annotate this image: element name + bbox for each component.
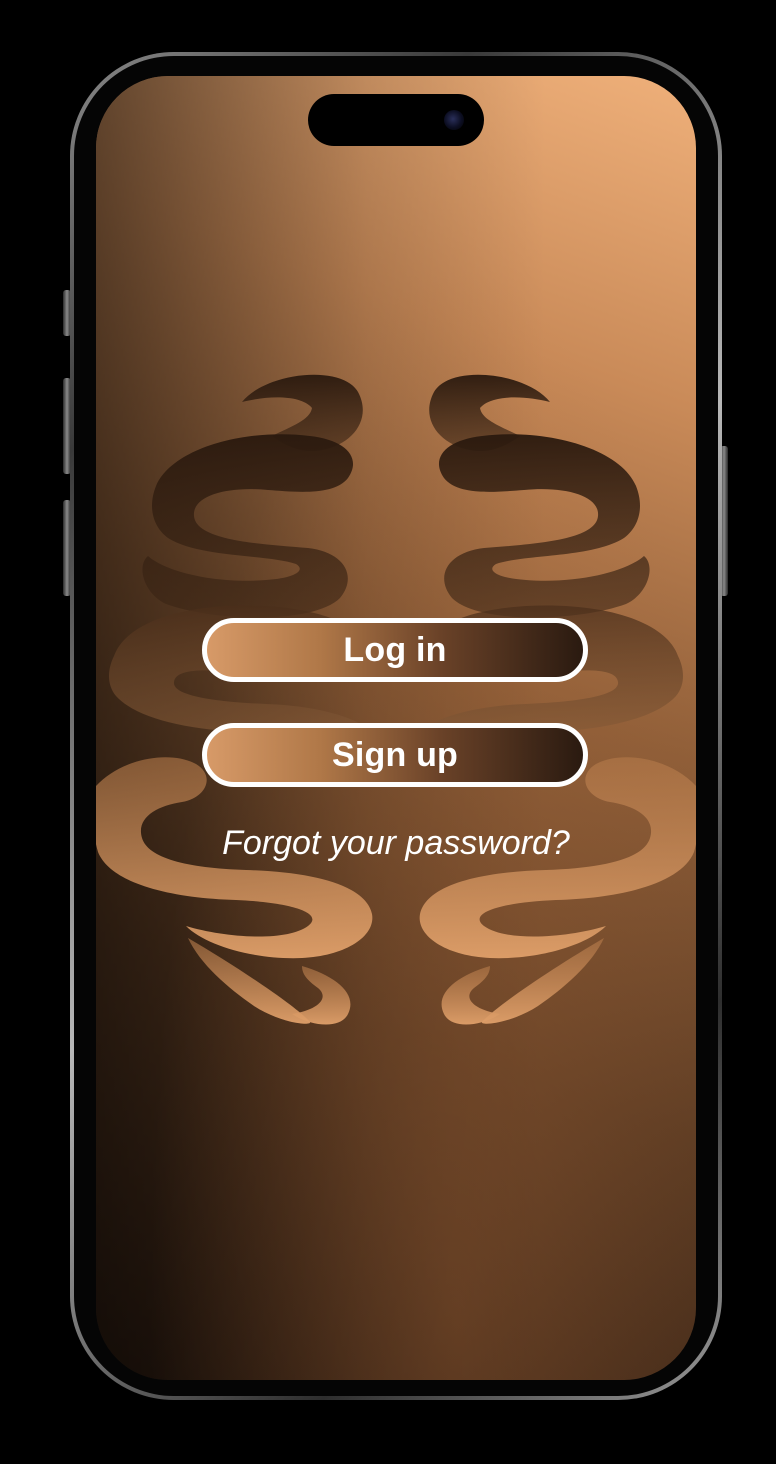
login-button[interactable]: Log in: [202, 618, 588, 682]
device-mockup: Log in Sign up Forgot your password?: [0, 0, 776, 1464]
signup-button-label: Sign up: [331, 735, 459, 774]
emblem-left-half: [96, 374, 383, 1025]
login-button-label: Log in: [343, 630, 447, 669]
dynamic-island: [308, 94, 484, 146]
emblem-right-half: [409, 374, 696, 1025]
front-camera-icon: [444, 110, 464, 130]
signup-button[interactable]: Sign up: [202, 723, 588, 787]
forgot-password-link[interactable]: Forgot your password?: [96, 824, 696, 863]
app-screen: Log in Sign up Forgot your password?: [96, 76, 696, 1380]
symmetric-swirl-emblem-icon: [96, 374, 696, 1025]
